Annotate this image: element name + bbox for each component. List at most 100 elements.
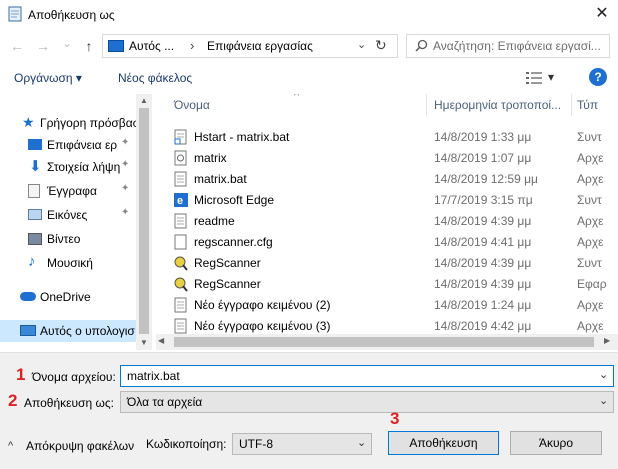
- file-row[interactable]: matrix.bat 14/8/2019 12:59 μμ Αρχε: [156, 168, 618, 189]
- annotation-marker-1: 1: [16, 365, 26, 384]
- save-button[interactable]: Αποθήκευση: [388, 431, 499, 455]
- file-row[interactable]: regscanner.cfg 14/8/2019 4:41 μμ Αρχε: [156, 231, 618, 252]
- details-view-icon: [526, 72, 542, 84]
- music-icon: ♪: [28, 253, 36, 270]
- nav-item-quick-access[interactable]: ★ Γρήγορη πρόσβαση: [0, 112, 152, 134]
- save-type-select[interactable]: Όλα τα αρχεία ⌄: [120, 391, 614, 413]
- sort-ascending-icon: ^: [294, 94, 300, 102]
- notepad-icon: [8, 6, 22, 22]
- column-divider[interactable]: [571, 94, 572, 116]
- address-dropdown-icon[interactable]: ⌄: [357, 38, 366, 51]
- title-bar: Αποθήκευση ως ✕: [0, 0, 618, 30]
- chevron-up-icon: ^: [8, 440, 14, 452]
- breadcrumb-this-pc[interactable]: Αυτός ...: [129, 39, 174, 53]
- up-button[interactable]: ↑: [80, 37, 98, 55]
- save-form: 1 Όνομα αρχείου: matrix.bat ⌄ 2 Αποθήκευ…: [0, 352, 618, 469]
- breadcrumb-desktop[interactable]: Επιφάνεια εργασίας: [207, 39, 313, 53]
- cloud-icon: [20, 292, 36, 301]
- help-icon[interactable]: ?: [589, 68, 607, 86]
- filename-label: Όνομα αρχείου:: [32, 370, 116, 384]
- svg-text:e: e: [177, 195, 183, 207]
- scroll-down-arrow[interactable]: ▼: [136, 338, 152, 347]
- nav-item-downloads[interactable]: ⬇ Στοιχεία λήψη ✦: [0, 156, 152, 178]
- pin-icon: ✦: [121, 183, 130, 194]
- file-row[interactable]: e Microsoft Edge 17/7/2019 3:15 πμ Συντ: [156, 189, 618, 210]
- regscanner-icon: [174, 277, 188, 292]
- text-file-icon: [174, 213, 187, 229]
- config-file-icon: [174, 150, 187, 166]
- file-row[interactable]: readme 14/8/2019 4:39 μμ Αρχε: [156, 210, 618, 231]
- column-header-type[interactable]: Τύπ: [577, 98, 598, 112]
- search-input[interactable]: Αναζήτηση: Επιφάνεια εργασί...: [406, 34, 610, 58]
- star-icon: ★: [22, 114, 35, 130]
- annotation-marker-2: 2: [8, 391, 18, 410]
- file-list-horizontal-scrollbar[interactable]: ◀ ▶: [156, 334, 618, 350]
- chevron-down-icon[interactable]: ▾: [548, 70, 554, 84]
- nav-item-music[interactable]: ♪ Μουσική: [0, 252, 152, 274]
- breadcrumb-separator[interactable]: ›: [190, 38, 194, 53]
- chevron-down-icon[interactable]: ⌄: [357, 436, 366, 449]
- filename-field[interactable]: matrix.bat ⌄: [120, 365, 614, 387]
- pin-icon: ✦: [121, 137, 130, 148]
- file-row[interactable]: Νέο έγγραφο κειμένου (2) 14/8/2019 1:24 …: [156, 294, 618, 315]
- chevron-down-icon[interactable]: ⌄: [599, 394, 608, 407]
- navigation-pane[interactable]: ★ Γρήγορη πρόσβαση Επιφάνεια ερ ✦ ⬇ Στοι…: [0, 94, 152, 350]
- file-row[interactable]: Νέο έγγραφο κειμένου (3) 14/8/2019 4:42 …: [156, 315, 618, 336]
- scroll-right-arrow[interactable]: ▶: [604, 336, 610, 345]
- file-row[interactable]: Hstart - matrix.bat 14/8/2019 1:33 μμ Συ…: [156, 126, 618, 147]
- file-row[interactable]: RegScanner 14/8/2019 4:39 μμ Εφαρ: [156, 273, 618, 294]
- window-title: Αποθήκευση ως: [28, 8, 115, 22]
- refresh-icon[interactable]: ↻: [375, 37, 387, 54]
- nav-item-documents[interactable]: Έγγραφα ✦: [0, 180, 152, 202]
- file-row[interactable]: matrix 14/8/2019 1:07 μμ Αρχε: [156, 147, 618, 168]
- cancel-button[interactable]: Άκυρο: [510, 431, 602, 455]
- file-list[interactable]: ^ Όνομα Ημερομηνία τροποποί... Τύπ Hstar…: [156, 94, 618, 350]
- scrollbar-thumb[interactable]: [174, 337, 594, 347]
- hide-folders-label: Απόκρυψη φακέλων: [26, 439, 135, 453]
- file-icon: [174, 234, 187, 250]
- computer-icon: [20, 325, 36, 336]
- chevron-down-icon[interactable]: ⌄: [599, 368, 608, 381]
- column-header-date[interactable]: Ημερομηνία τροποποί...: [434, 98, 561, 112]
- recent-locations-button[interactable]: ⌄: [58, 35, 76, 53]
- back-button[interactable]: ←: [8, 37, 26, 55]
- nav-item-this-pc[interactable]: Αυτός ο υπολογισ: [0, 320, 152, 342]
- address-bar[interactable]: Αυτός ... › Επιφάνεια εργασίας ⌄ ↻: [102, 34, 398, 58]
- text-file-icon: [174, 318, 187, 334]
- scroll-left-arrow[interactable]: ◀: [158, 336, 164, 345]
- computer-icon: [108, 40, 124, 52]
- pin-icon: ✦: [121, 159, 130, 170]
- new-folder-button[interactable]: Νέος φάκελος: [118, 71, 192, 85]
- search-icon: [415, 39, 428, 52]
- edge-icon: e: [174, 193, 188, 207]
- encoding-label: Κωδικοποίηση:: [146, 437, 227, 451]
- nav-scrollbar[interactable]: ▲ ▼: [136, 94, 152, 350]
- encoding-value: UTF-8: [239, 437, 273, 451]
- batch-file-icon: [174, 171, 187, 187]
- encoding-select[interactable]: UTF-8 ⌄: [232, 433, 372, 455]
- video-icon: [28, 233, 42, 245]
- nav-item-desktop[interactable]: Επιφάνεια ερ ✦: [0, 134, 152, 156]
- scrollbar-thumb[interactable]: [139, 108, 149, 334]
- view-options-button[interactable]: ▾: [526, 70, 562, 86]
- scroll-up-arrow[interactable]: ▲: [136, 96, 152, 105]
- document-icon: [28, 184, 40, 198]
- regscanner-icon: [174, 256, 188, 271]
- text-file-icon: [174, 297, 187, 313]
- annotation-marker-3: 3: [390, 409, 400, 428]
- save-type-value: Όλα τα αρχεία: [127, 395, 203, 409]
- nav-item-onedrive[interactable]: OneDrive: [0, 286, 152, 308]
- pin-icon: ✦: [121, 207, 130, 218]
- organize-button[interactable]: Οργάνωση ▾: [14, 71, 82, 85]
- toolbar: Οργάνωση ▾ Νέος φάκελος ▾ ?: [0, 64, 618, 92]
- search-placeholder: Αναζήτηση: Επιφάνεια εργασί...: [433, 39, 601, 53]
- forward-button[interactable]: →: [34, 37, 52, 55]
- filename-value[interactable]: matrix.bat: [127, 369, 180, 383]
- close-button[interactable]: ✕: [590, 4, 614, 24]
- nav-item-pictures[interactable]: Εικόνες ✦: [0, 204, 152, 226]
- file-row[interactable]: RegScanner 14/8/2019 4:39 μμ Συντ: [156, 252, 618, 273]
- column-header-name[interactable]: Όνομα: [174, 98, 210, 112]
- column-divider[interactable]: [426, 94, 427, 116]
- download-icon: ⬇: [29, 158, 42, 175]
- nav-item-videos[interactable]: Βίντεο: [0, 228, 152, 250]
